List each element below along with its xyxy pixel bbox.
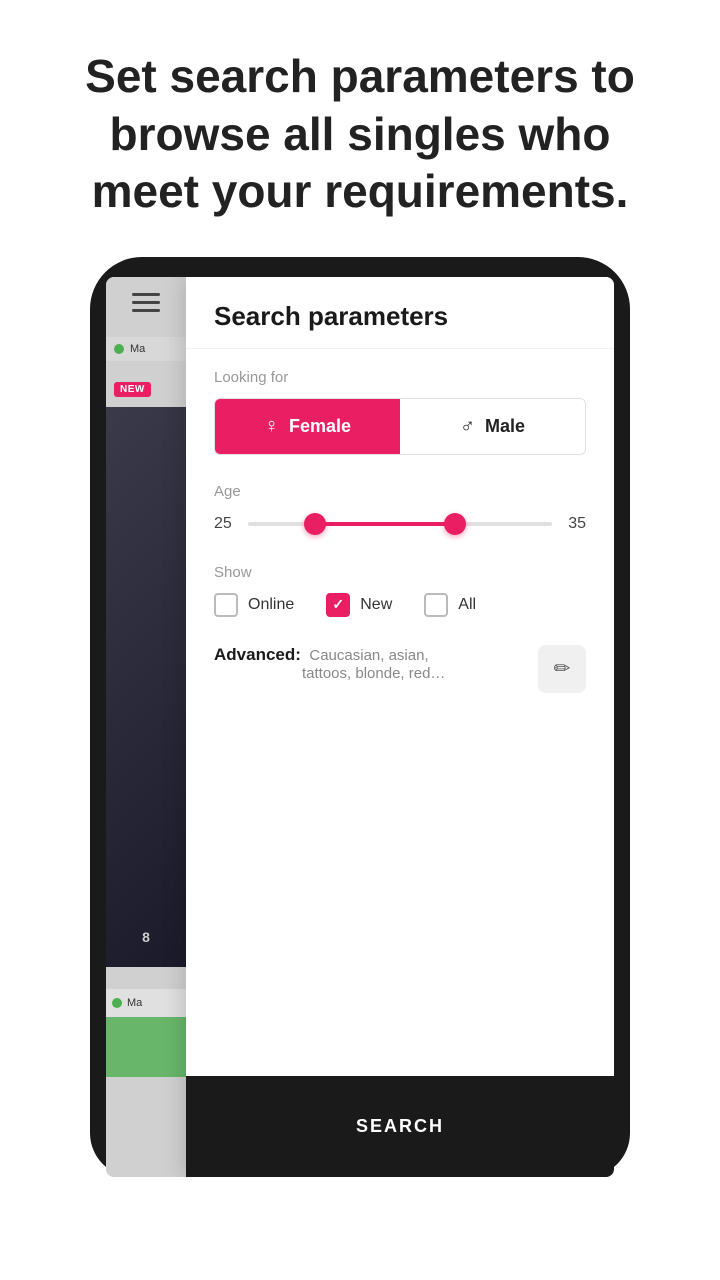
top-user-row: Ma bbox=[106, 337, 186, 361]
advanced-section: Advanced: Caucasian, asian, tattoos, blo… bbox=[214, 645, 586, 693]
checkbox-all-box[interactable] bbox=[424, 593, 448, 617]
slider-fill bbox=[315, 522, 455, 526]
number-badge: 8 bbox=[142, 929, 150, 947]
age-label: Age bbox=[214, 483, 586, 500]
show-section: Show Online New bbox=[214, 564, 586, 617]
show-label: Show bbox=[214, 564, 586, 581]
female-symbol: ♀ bbox=[264, 415, 279, 438]
phone-outer: Ma NEW 8 Ma bbox=[90, 257, 630, 1177]
phone-wrapper: Ma NEW 8 Ma bbox=[0, 257, 720, 1177]
checkbox-new-box[interactable] bbox=[326, 593, 350, 617]
hamburger-icon[interactable] bbox=[132, 293, 160, 312]
checkbox-online[interactable]: Online bbox=[214, 593, 294, 617]
online-indicator bbox=[114, 344, 124, 354]
user-name-1: Ma bbox=[130, 343, 145, 355]
search-button[interactable]: SEARCH bbox=[214, 1096, 586, 1157]
age-section: Age 25 35 bbox=[214, 483, 586, 536]
phone-screen: Ma NEW 8 Ma bbox=[106, 277, 614, 1177]
green-strip bbox=[106, 1017, 186, 1077]
slider-thumb-right[interactable] bbox=[444, 513, 466, 535]
advanced-tags-line2: tattoos, blonde, red… bbox=[214, 665, 522, 682]
panel-title: Search parameters bbox=[214, 301, 586, 332]
checkbox-group: Online New All bbox=[214, 593, 586, 617]
checkbox-new-label: New bbox=[360, 596, 392, 614]
female-button[interactable]: ♀ Female bbox=[215, 399, 400, 454]
age-range-display: 25 35 bbox=[214, 512, 586, 536]
sidebar-partial: Ma NEW 8 Ma bbox=[106, 277, 186, 1177]
age-min-value: 25 bbox=[214, 515, 232, 533]
edit-button[interactable]: ✏ bbox=[538, 645, 586, 693]
panel-content: Looking for ♀ Female ♂ Male Age bbox=[186, 349, 614, 1076]
bottom-user-row: Ma bbox=[106, 989, 186, 1017]
gender-toggle: ♀ Female ♂ Male bbox=[214, 398, 586, 455]
advanced-tags: Caucasian, asian, bbox=[309, 647, 428, 664]
hero-title: Set search parameters to browse all sing… bbox=[60, 48, 660, 221]
age-max-value: 35 bbox=[568, 515, 586, 533]
panel-header: Search parameters bbox=[186, 277, 614, 349]
user-name-2: Ma bbox=[127, 997, 142, 1009]
advanced-title: Advanced: bbox=[214, 645, 301, 664]
male-label: Male bbox=[485, 416, 525, 437]
card-image bbox=[106, 407, 186, 967]
male-symbol: ♂ bbox=[460, 415, 475, 438]
search-button-container: SEARCH bbox=[186, 1076, 614, 1177]
slider-track bbox=[248, 522, 552, 526]
advanced-text: Advanced: Caucasian, asian, tattoos, blo… bbox=[214, 645, 522, 682]
checkbox-online-box[interactable] bbox=[214, 593, 238, 617]
hero-section: Set search parameters to browse all sing… bbox=[0, 0, 720, 257]
online-indicator-2 bbox=[112, 998, 122, 1008]
female-label: Female bbox=[289, 416, 351, 437]
new-badge: NEW bbox=[114, 382, 151, 397]
new-badge-area: NEW bbox=[114, 379, 151, 397]
looking-for-label: Looking for bbox=[214, 369, 586, 386]
checkbox-all-label: All bbox=[458, 596, 476, 614]
checkbox-new[interactable]: New bbox=[326, 593, 392, 617]
search-panel: Search parameters Looking for ♀ Female ♂… bbox=[186, 277, 614, 1177]
checkbox-online-label: Online bbox=[248, 596, 294, 614]
edit-icon: ✏ bbox=[554, 656, 571, 681]
male-button[interactable]: ♂ Male bbox=[400, 399, 585, 454]
checkbox-all[interactable]: All bbox=[424, 593, 476, 617]
age-slider[interactable] bbox=[248, 512, 552, 536]
slider-thumb-left[interactable] bbox=[304, 513, 326, 535]
